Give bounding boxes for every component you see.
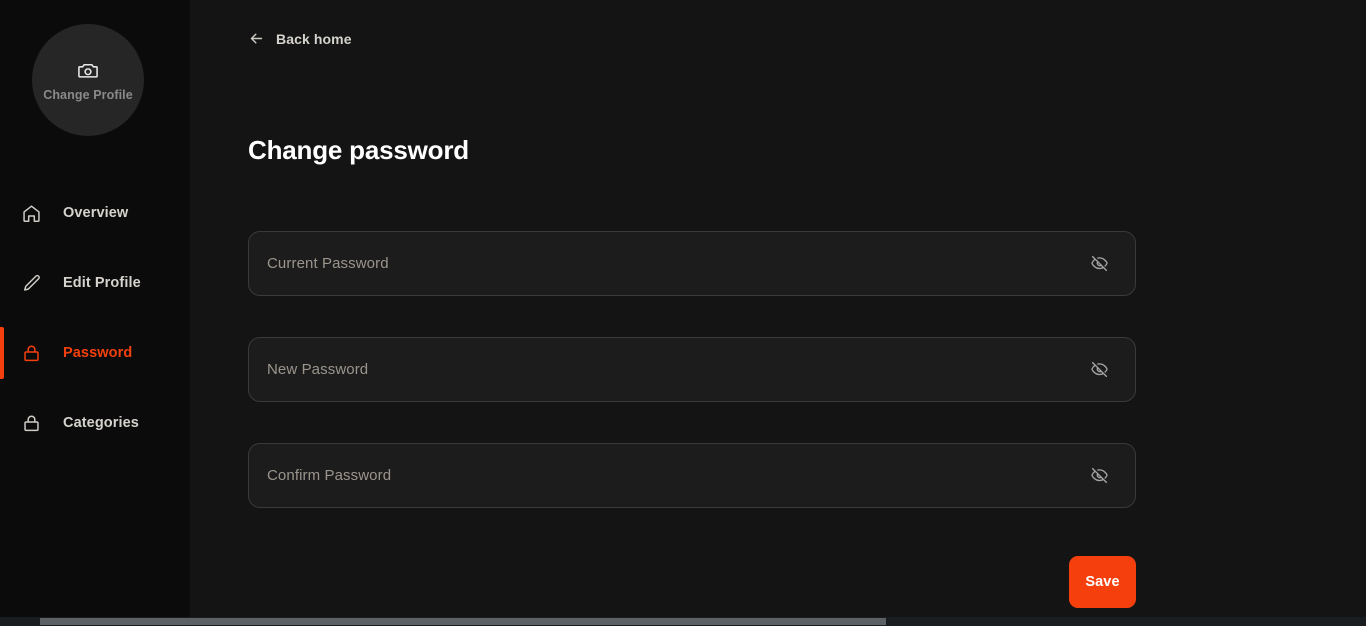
arrow-left-icon xyxy=(248,30,265,47)
current-password-field[interactable] xyxy=(248,231,1136,296)
form-actions: Save xyxy=(248,556,1136,608)
sidebar-item-label: Password xyxy=(63,345,133,361)
sidebar-nav: Overview Edit Profile Password Categorie… xyxy=(0,178,190,458)
sidebar: Change Profile Overview Edit Profile Pas… xyxy=(0,0,190,626)
page-title: Change password xyxy=(248,135,469,165)
change-password-form xyxy=(248,231,1136,549)
back-home-link[interactable]: Back home xyxy=(248,30,352,47)
camera-icon xyxy=(77,59,99,81)
eye-off-icon xyxy=(1090,466,1109,485)
sidebar-item-label: Edit Profile xyxy=(63,275,141,291)
eye-off-icon xyxy=(1090,254,1109,273)
save-button[interactable]: Save xyxy=(1069,556,1136,608)
toggle-new-password-visibility-button[interactable] xyxy=(1085,356,1113,384)
sidebar-item-label: Overview xyxy=(63,205,129,221)
new-password-field[interactable] xyxy=(248,337,1136,402)
sidebar-item-categories[interactable]: Categories xyxy=(0,388,190,458)
current-password-input[interactable] xyxy=(267,232,1085,295)
sidebar-item-edit-profile[interactable]: Edit Profile xyxy=(0,248,190,318)
toggle-confirm-password-visibility-button[interactable] xyxy=(1085,462,1113,490)
back-home-label: Back home xyxy=(276,30,352,47)
horizontal-scrollbar-thumb[interactable] xyxy=(40,618,886,625)
main-content: Back home Change password Save xyxy=(190,0,1366,626)
sidebar-item-label: Categories xyxy=(63,415,139,431)
change-profile-button[interactable]: Change Profile xyxy=(32,24,144,136)
eye-off-icon xyxy=(1090,360,1109,379)
avatar-label: Change Profile xyxy=(43,87,133,102)
confirm-password-field[interactable] xyxy=(248,443,1136,508)
lock-icon xyxy=(20,412,42,434)
confirm-password-input[interactable] xyxy=(267,444,1085,507)
pencil-icon xyxy=(20,272,42,294)
avatar[interactable]: Change Profile xyxy=(32,24,144,136)
sidebar-item-password[interactable]: Password xyxy=(0,318,190,388)
toggle-current-password-visibility-button[interactable] xyxy=(1085,250,1113,278)
sidebar-item-overview[interactable]: Overview xyxy=(0,178,190,248)
new-password-input[interactable] xyxy=(267,338,1085,401)
home-icon xyxy=(20,202,42,224)
change-password-page: Change Profile Overview Edit Profile Pas… xyxy=(0,0,1366,626)
horizontal-scrollbar[interactable] xyxy=(0,617,1366,626)
lock-icon xyxy=(20,342,42,364)
